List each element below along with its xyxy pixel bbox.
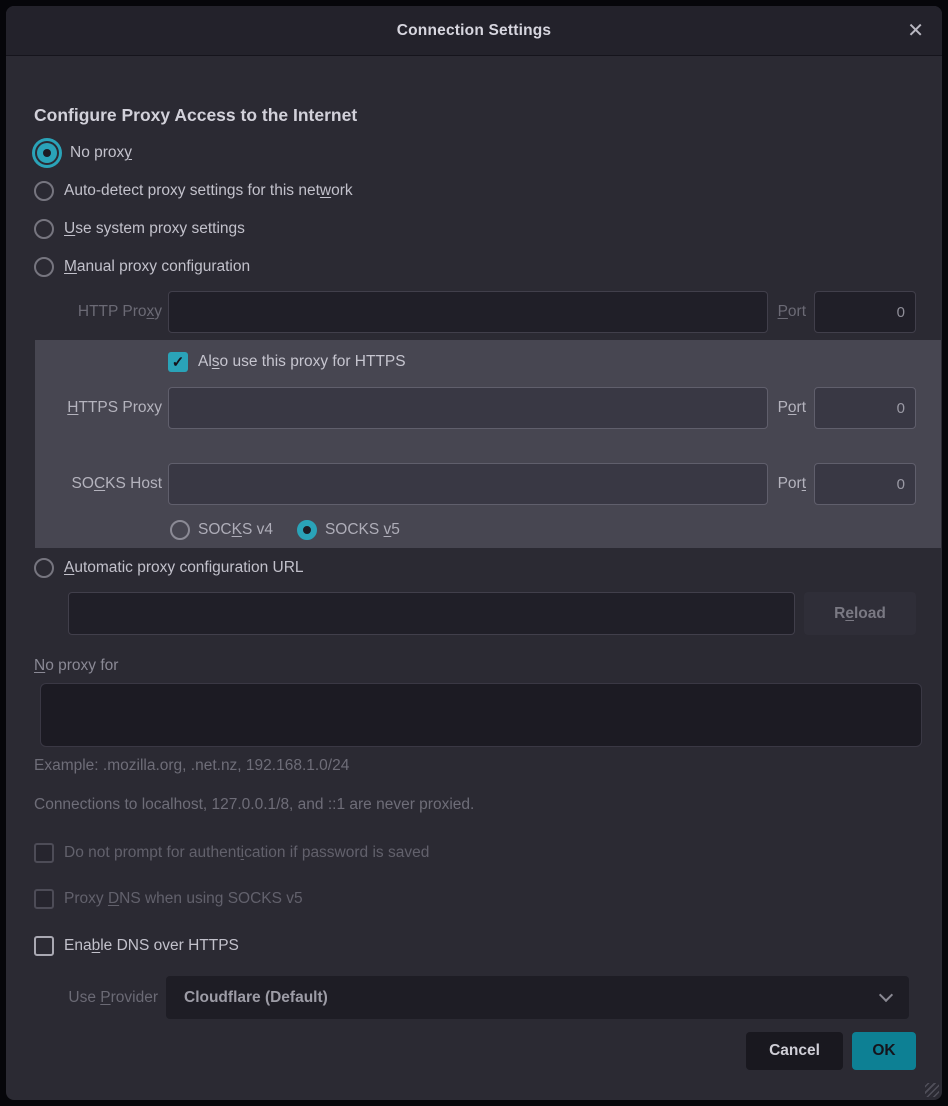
socks-v4-label[interactable]: SOCKS v4: [198, 521, 273, 539]
use-provider-label: Use Provider: [34, 989, 166, 1007]
no-proxy-for-textarea[interactable]: [40, 683, 922, 747]
radio-label: Auto-detect proxy settings for this netw…: [64, 182, 353, 200]
ok-button[interactable]: OK: [852, 1032, 916, 1070]
socks-v4-radio-icon[interactable]: [170, 520, 190, 540]
close-icon[interactable]: ✕: [907, 21, 924, 41]
https-proxy-input[interactable]: [168, 387, 768, 429]
provider-dropdown[interactable]: Cloudflare (Default): [166, 976, 909, 1019]
provider-dropdown-value: Cloudflare (Default): [184, 989, 328, 1007]
radio-option-system-proxy[interactable]: Use system proxy settings: [34, 216, 916, 242]
checkmark-icon: ✓: [172, 355, 185, 370]
checkbox-icon: [34, 936, 54, 956]
radio-option-manual-proxy[interactable]: Manual proxy configuration: [34, 254, 916, 280]
radio-icon: [34, 558, 54, 578]
socks-host-input[interactable]: [168, 463, 768, 505]
http-port-input[interactable]: [814, 291, 916, 333]
http-proxy-label: HTTP Proxy: [34, 303, 168, 321]
https-port-input[interactable]: [814, 387, 916, 429]
radio-option-auto-url[interactable]: Automatic proxy configuration URL: [34, 557, 916, 579]
resize-grip[interactable]: [925, 1083, 939, 1097]
page-title: Configure Proxy Access to the Internet: [34, 105, 916, 126]
http-proxy-row: HTTP Proxy Port: [34, 291, 942, 333]
checked-checkbox-icon: ✓: [168, 352, 188, 372]
chevron-down-icon: [879, 988, 893, 1002]
example-text: Example: .mozilla.org, .net.nz, 192.168.…: [34, 757, 916, 775]
checkbox-label: Do not prompt for authentication if pass…: [64, 844, 429, 862]
https-port-label: Port: [768, 399, 814, 417]
provider-row: Use Provider Cloudflare (Default): [34, 976, 942, 1019]
https-proxy-row: HTTPS Proxy Port: [35, 387, 941, 429]
dialog-content: Configure Proxy Access to the Internet N…: [6, 105, 942, 1070]
radio-label: No proxy: [70, 144, 132, 162]
radio-label: Use system proxy settings: [64, 220, 245, 238]
radio-label: Manual proxy configuration: [64, 258, 250, 276]
socks-v5-label[interactable]: SOCKS v5: [325, 521, 400, 539]
reload-button[interactable]: Reload: [804, 592, 916, 635]
auto-url-row: Reload: [68, 592, 916, 635]
checkbox-proxy-dns-socks5: Proxy DNS when using SOCKS v5: [34, 888, 916, 910]
https-proxy-label: HTTPS Proxy: [35, 399, 168, 417]
checkbox-label: Proxy DNS when using SOCKS v5: [64, 890, 303, 908]
socks-v5-radio-icon[interactable]: [297, 520, 317, 540]
never-proxied-note: Connections to localhost, 127.0.0.1/8, a…: [34, 796, 916, 814]
radio-option-no-proxy[interactable]: No proxy: [34, 140, 916, 166]
socks-port-input[interactable]: [814, 463, 916, 505]
radio-icon: [34, 181, 54, 201]
socks-version-row: SOCKS v4 SOCKS v5: [170, 519, 941, 541]
checkbox-no-prompt-auth: Do not prompt for authentication if pass…: [34, 842, 916, 864]
dialog-title: Connection Settings: [397, 22, 552, 40]
socks-port-label: Port: [768, 475, 814, 493]
checkbox-icon: [34, 889, 54, 909]
also-use-https-checkbox-row[interactable]: ✓ Also use this proxy for HTTPS: [168, 350, 941, 374]
cancel-button[interactable]: Cancel: [746, 1032, 843, 1070]
socks-host-label: SOCKS Host: [35, 475, 168, 493]
auto-proxy-url-input[interactable]: [68, 592, 795, 635]
radio-selected-icon: [37, 143, 57, 163]
http-proxy-input[interactable]: [168, 291, 768, 333]
no-proxy-for-label: No proxy for: [34, 657, 916, 675]
checkbox-label: Enable DNS over HTTPS: [64, 937, 239, 955]
radio-label: Automatic proxy configuration URL: [64, 559, 304, 577]
connection-settings-dialog: Connection Settings ✕ Configure Proxy Ac…: [6, 6, 942, 1100]
radio-option-auto-detect[interactable]: Auto-detect proxy settings for this netw…: [34, 178, 916, 204]
socks-host-row: SOCKS Host Port: [35, 463, 941, 505]
radio-icon: [34, 219, 54, 239]
http-port-label: Port: [768, 303, 814, 321]
checkbox-enable-doh[interactable]: Enable DNS over HTTPS: [34, 935, 916, 957]
dialog-titlebar: Connection Settings ✕: [6, 6, 942, 56]
dialog-footer: Cancel OK: [6, 1032, 916, 1070]
checkbox-label: Also use this proxy for HTTPS: [198, 353, 406, 371]
checkbox-icon: [34, 843, 54, 863]
radio-icon: [34, 257, 54, 277]
highlighted-section: ✓ Also use this proxy for HTTPS HTTPS Pr…: [35, 340, 941, 548]
